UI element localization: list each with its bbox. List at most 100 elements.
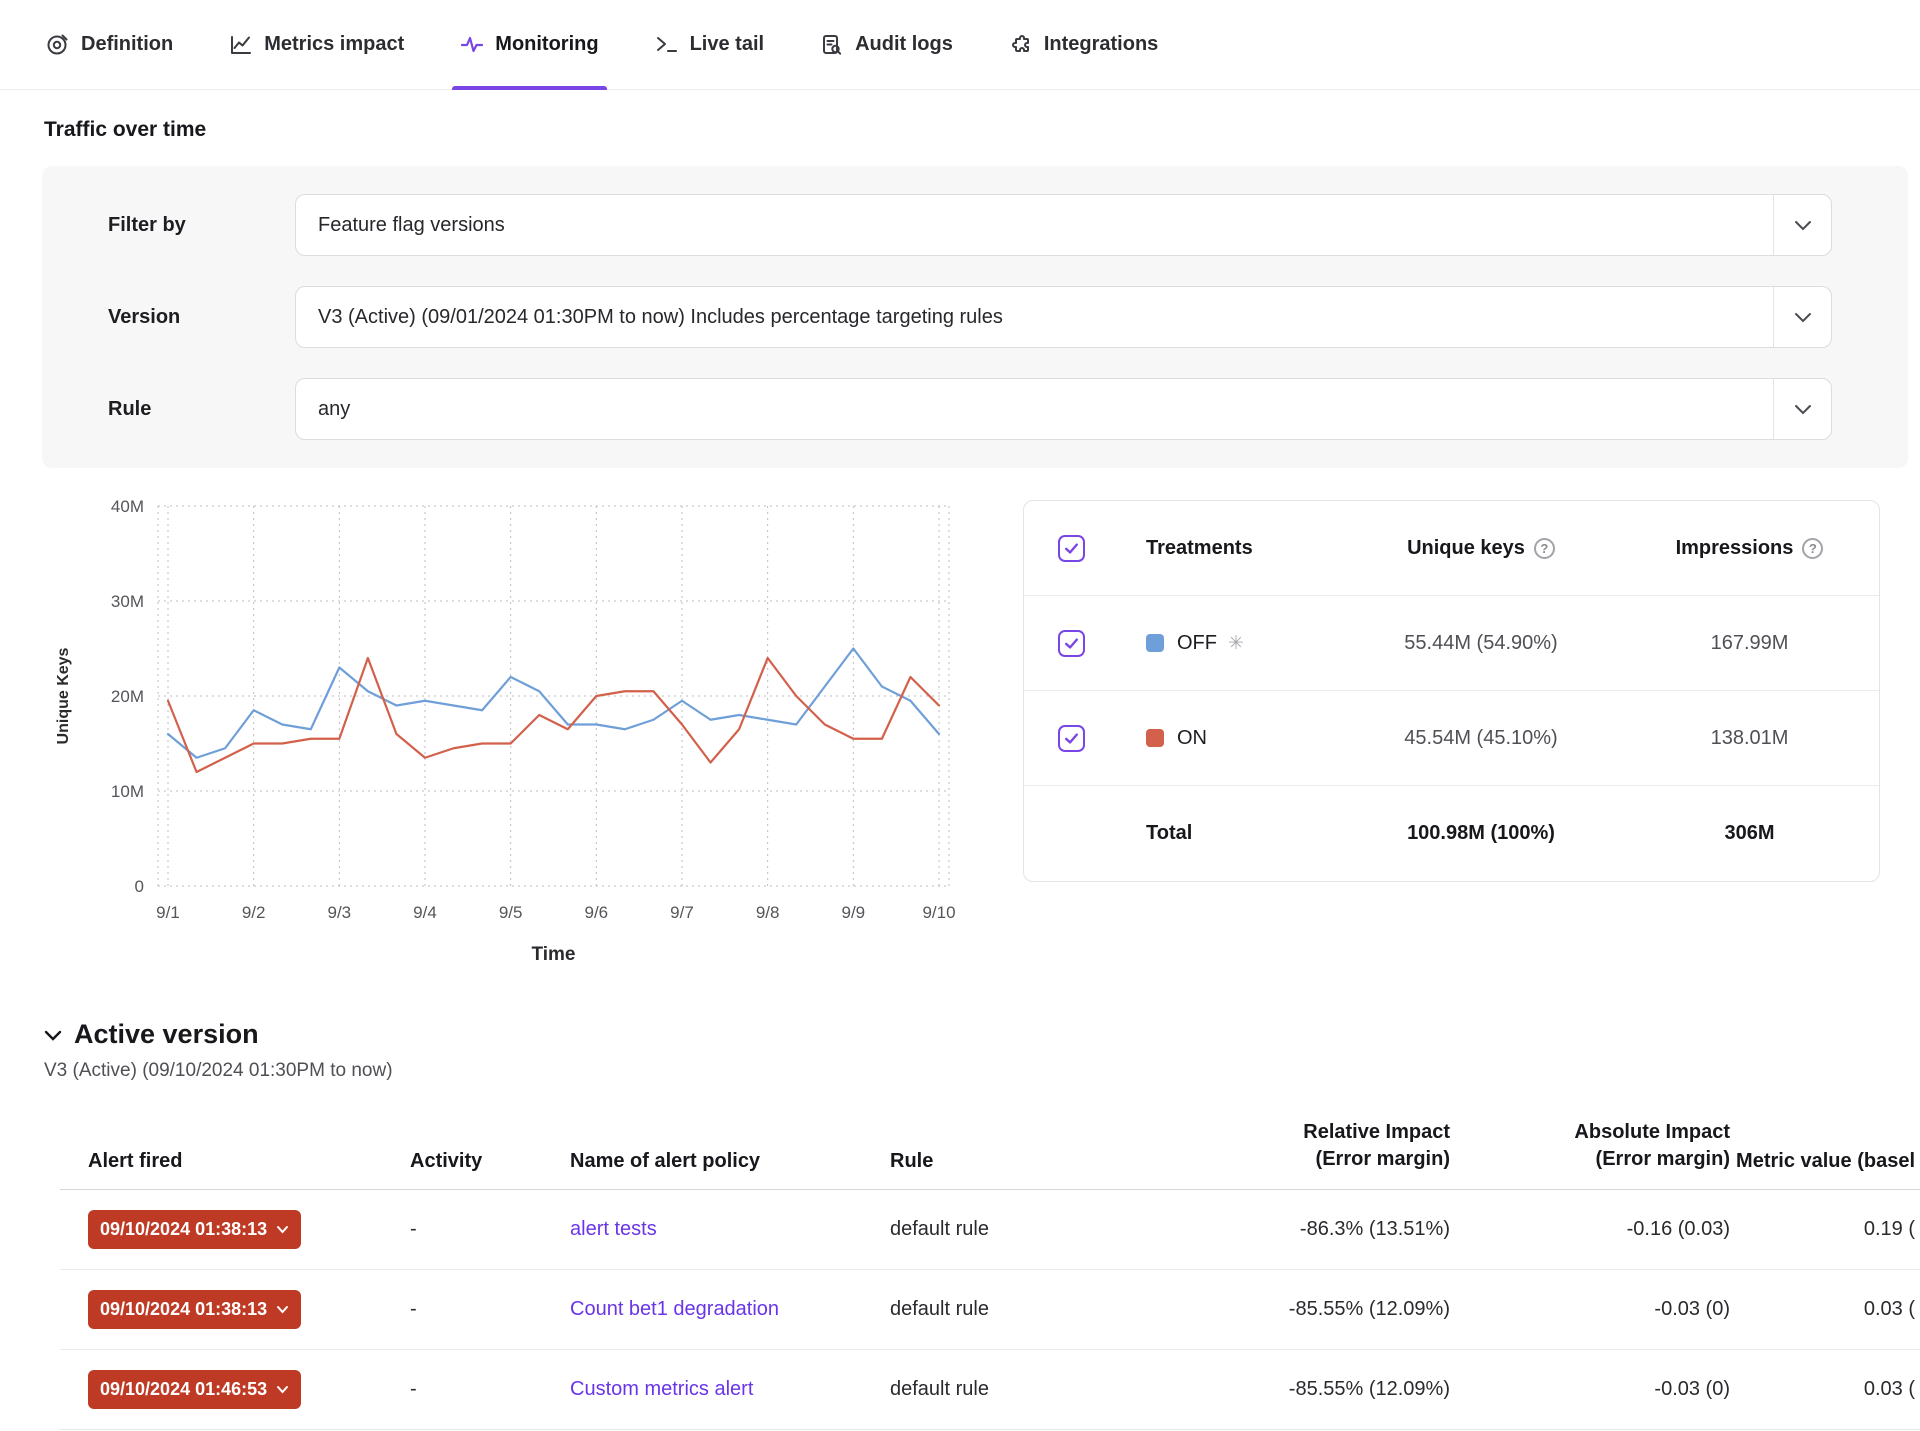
filter-by-value: Feature flag versions	[318, 214, 505, 237]
version-label: Version	[108, 306, 295, 329]
alert-relative-impact: -85.55% (12.09%)	[1160, 1298, 1450, 1321]
treatment-on-checkbox[interactable]	[1058, 725, 1085, 752]
help-icon[interactable]: ?	[1802, 538, 1823, 559]
audit-logs-icon	[820, 33, 844, 57]
alert-policy-link[interactable]: Count bet1 degradation	[570, 1298, 779, 1320]
rule-label: Rule	[108, 398, 295, 421]
filter-panel: Filter by Feature flag versions Version …	[42, 166, 1908, 468]
alert-policy-link[interactable]: alert tests	[570, 1218, 657, 1240]
monitoring-icon	[460, 33, 484, 57]
tab-label: Integrations	[1044, 33, 1158, 56]
chevron-down-icon	[276, 1305, 289, 1314]
alert-metric-value: 0.19 (	[1730, 1218, 1915, 1241]
tab-label: Audit logs	[855, 33, 953, 56]
svg-text:9/8: 9/8	[756, 903, 780, 922]
tab-definition[interactable]: Definition	[46, 0, 173, 89]
svg-text:9/1: 9/1	[156, 903, 180, 922]
rule-value: any	[318, 398, 350, 421]
off-unique-keys: 55.44M (54.90%)	[1316, 632, 1646, 655]
svg-text:Time: Time	[531, 944, 575, 965]
treatments-header-row: Treatments Unique keys? Impressions?	[1024, 501, 1879, 596]
svg-text:40M: 40M	[111, 497, 144, 516]
chevron-down-icon	[276, 1385, 289, 1394]
impressions-header: Impressions	[1676, 537, 1794, 560]
active-version-subtitle: V3 (Active) (09/10/2024 01:30PM to now)	[44, 1060, 1920, 1082]
tab-metrics-impact[interactable]: Metrics impact	[229, 0, 404, 89]
rule-select[interactable]: any	[295, 378, 1832, 440]
alerts-header-row: Alert fired Activity Name of alert polic…	[60, 1106, 1920, 1190]
total-unique-keys: 100.98M (100%)	[1316, 822, 1646, 845]
alert-fired-badge[interactable]: 09/10/2024 01:38:13	[88, 1290, 301, 1329]
treatment-row-on: ON 45.54M (45.10%) 138.01M	[1024, 691, 1879, 786]
col-relative-impact: Relative Impact(Error margin)	[1160, 1119, 1450, 1173]
alert-absolute-impact: -0.03 (0)	[1450, 1298, 1730, 1321]
alert-row: 09/10/2024 01:38:13 - Count bet1 degrada…	[60, 1270, 1920, 1350]
treatment-off-checkbox[interactable]	[1058, 630, 1085, 657]
filter-by-label: Filter by	[108, 214, 295, 237]
alerts-table: Alert fired Activity Name of alert polic…	[60, 1106, 1920, 1430]
on-color-swatch	[1146, 729, 1164, 747]
treatments-select-all-checkbox[interactable]	[1058, 535, 1085, 562]
alert-relative-impact: -85.55% (12.09%)	[1160, 1378, 1450, 1401]
active-version-header[interactable]: Active version	[44, 1019, 1920, 1050]
traffic-chart: 010M20M30M40M9/19/29/39/49/59/69/79/89/9…	[46, 496, 981, 981]
on-unique-keys: 45.54M (45.10%)	[1316, 727, 1646, 750]
alert-row: 09/10/2024 01:38:13 - alert tests defaul…	[60, 1190, 1920, 1270]
tab-live-tail[interactable]: Live tail	[655, 0, 764, 89]
svg-text:0: 0	[135, 877, 144, 896]
tab-bar: Definition Metrics impact Monitoring Liv…	[0, 0, 1920, 90]
chevron-down-icon	[1773, 195, 1831, 255]
tab-label: Metrics impact	[264, 33, 404, 56]
svg-text:30M: 30M	[111, 592, 144, 611]
total-label: Total	[1146, 822, 1316, 845]
chevron-down-icon	[276, 1225, 289, 1234]
svg-text:9/10: 9/10	[922, 903, 955, 922]
filter-row-rule: Rule any	[42, 378, 1908, 440]
col-activity: Activity	[410, 1150, 570, 1173]
unique-keys-header: Unique keys	[1407, 537, 1525, 560]
alert-row: 09/10/2024 01:46:53 - Custom metrics ale…	[60, 1350, 1920, 1430]
treatments-total-row: Total 100.98M (100%) 306M	[1024, 786, 1879, 881]
version-select[interactable]: V3 (Active) (09/01/2024 01:30PM to now) …	[295, 286, 1832, 348]
treatment-off-label: OFF	[1177, 632, 1217, 655]
alert-metric-value: 0.03 (	[1730, 1298, 1915, 1321]
treatments-panel: Treatments Unique keys? Impressions? OFF…	[1023, 500, 1880, 882]
alert-relative-impact: -86.3% (13.51%)	[1160, 1218, 1450, 1241]
tab-integrations[interactable]: Integrations	[1009, 0, 1158, 89]
chevron-down-icon	[1773, 379, 1831, 439]
svg-text:9/6: 9/6	[585, 903, 609, 922]
alert-fired-badge[interactable]: 09/10/2024 01:38:13	[88, 1210, 301, 1249]
definition-icon	[46, 33, 70, 57]
treatment-row-off: OFF✳ 55.44M (54.90%) 167.99M	[1024, 596, 1879, 691]
svg-text:9/5: 9/5	[499, 903, 523, 922]
alert-rule: default rule	[890, 1218, 1160, 1241]
treatment-on-label: ON	[1177, 727, 1207, 750]
help-icon[interactable]: ?	[1534, 538, 1555, 559]
filter-by-select[interactable]: Feature flag versions	[295, 194, 1832, 256]
tab-audit-logs[interactable]: Audit logs	[820, 0, 953, 89]
traffic-content: 010M20M30M40M9/19/29/39/49/59/69/79/89/9…	[46, 496, 1880, 981]
chevron-down-icon	[44, 1029, 62, 1041]
off-impressions: 167.99M	[1646, 632, 1853, 655]
live-tail-icon	[655, 33, 679, 57]
alert-metric-value: 0.03 (	[1730, 1378, 1915, 1401]
alert-activity: -	[410, 1218, 570, 1241]
col-absolute-impact: Absolute Impact(Error margin)	[1450, 1119, 1730, 1173]
alert-fired-badge[interactable]: 09/10/2024 01:46:53	[88, 1370, 301, 1409]
alert-absolute-impact: -0.03 (0)	[1450, 1378, 1730, 1401]
svg-text:9/4: 9/4	[413, 903, 437, 922]
alert-rule: default rule	[890, 1298, 1160, 1321]
svg-text:9/9: 9/9	[842, 903, 866, 922]
col-alert-fired: Alert fired	[60, 1150, 410, 1173]
filter-row-filter-by: Filter by Feature flag versions	[42, 194, 1908, 256]
svg-text:10M: 10M	[111, 782, 144, 801]
svg-text:Unique Keys: Unique Keys	[55, 647, 72, 744]
chevron-down-icon	[1773, 287, 1831, 347]
alert-rule: default rule	[890, 1378, 1160, 1401]
svg-text:20M: 20M	[111, 687, 144, 706]
treatments-header: Treatments	[1146, 537, 1316, 560]
tab-label: Definition	[81, 33, 173, 56]
traffic-chart-svg: 010M20M30M40M9/19/29/39/49/59/69/79/89/9…	[46, 496, 981, 976]
alert-policy-link[interactable]: Custom metrics alert	[570, 1378, 753, 1400]
tab-monitoring[interactable]: Monitoring	[460, 0, 598, 89]
